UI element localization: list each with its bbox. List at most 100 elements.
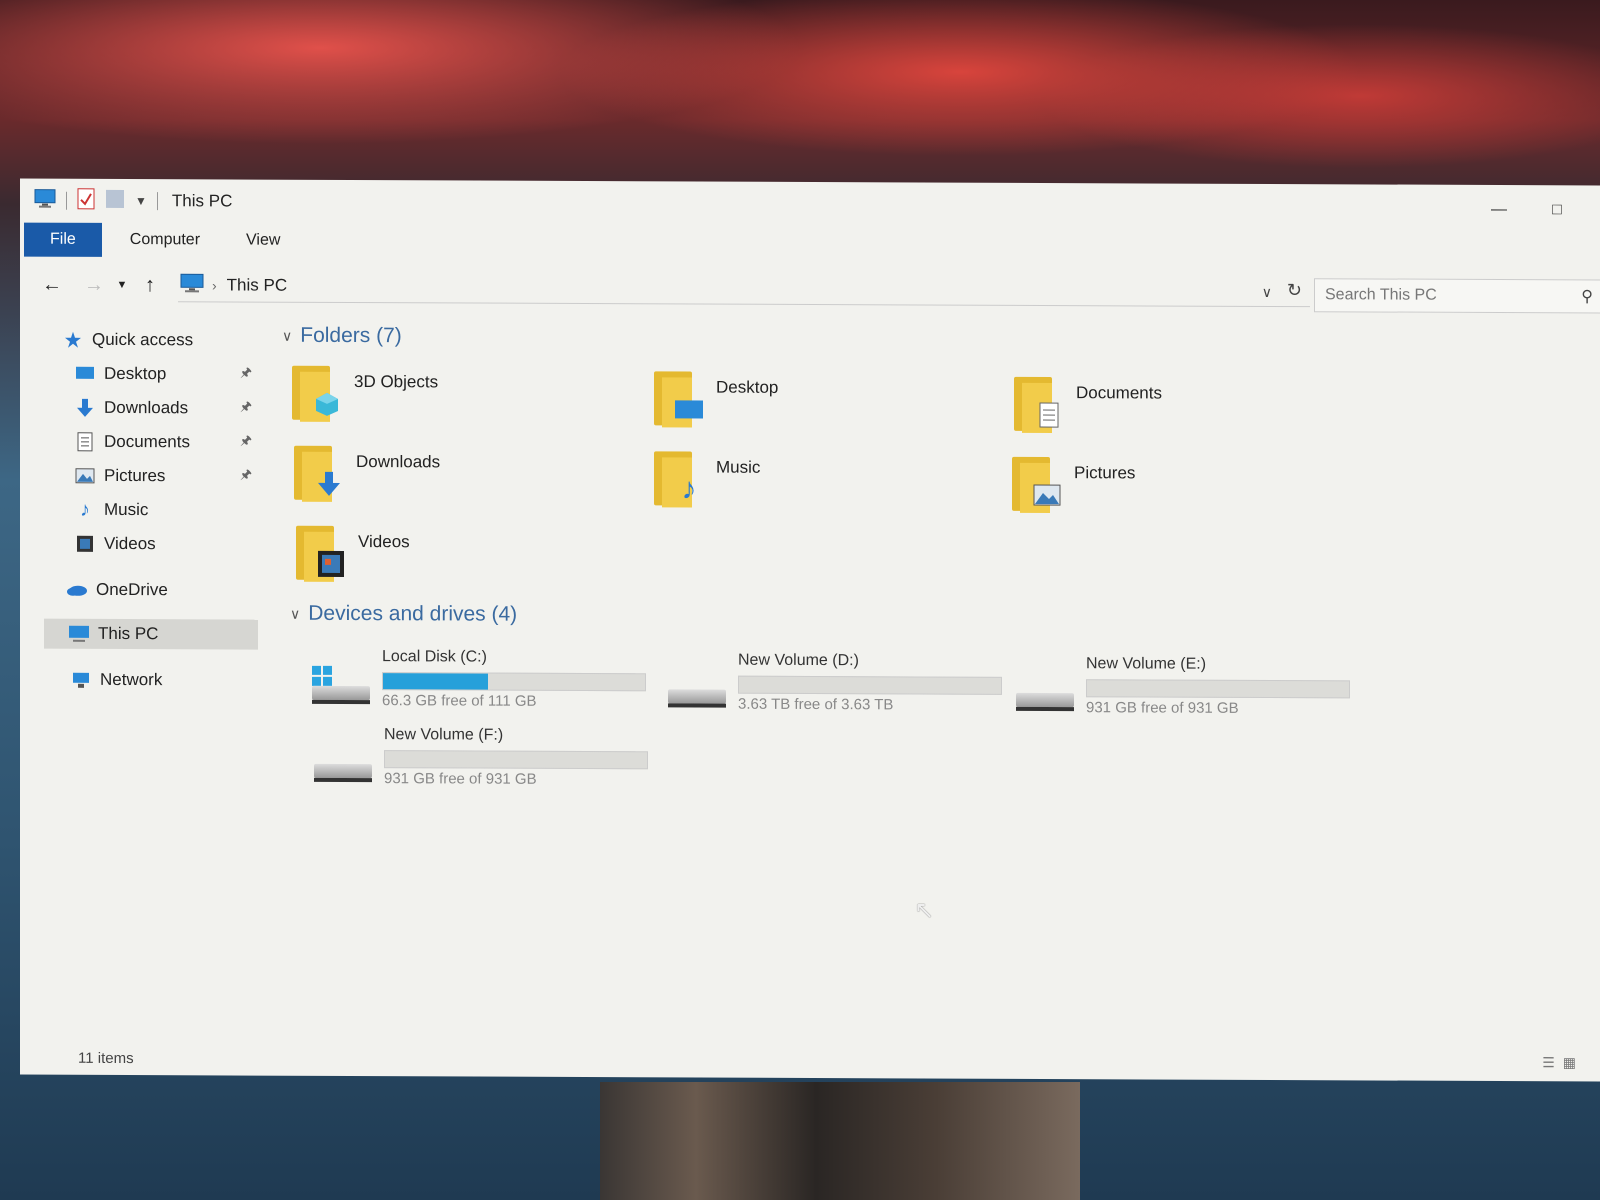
qat-separator	[66, 191, 67, 210]
sidebar-item-label: Network	[100, 669, 163, 690]
drive-name: New Volume (E:)	[1086, 655, 1207, 673]
tab-computer[interactable]: Computer	[102, 223, 228, 258]
folder-label: Desktop	[716, 377, 779, 397]
navigation-pane: Quick access Desktop 🖈 Downloads 🖈 Docum…	[44, 325, 258, 726]
collapse-chevron-icon[interactable]: ∨	[290, 605, 300, 622]
sidebar-item-videos[interactable]: Videos	[44, 529, 258, 560]
sidebar-item-quick-access[interactable]: Quick access	[44, 325, 276, 356]
sidebar-item-label: This PC	[98, 623, 159, 644]
folder-icon	[652, 369, 704, 429]
file-explorer-window: ▼ This PC — □ File Computer View ← → ▼ ↑…	[20, 178, 1600, 1082]
network-icon	[70, 669, 92, 691]
hard-drive-icon	[310, 665, 372, 710]
computer-icon	[68, 623, 90, 645]
folders-group-header[interactable]: ∨ Folders (7)	[282, 324, 402, 349]
folder-tile-music[interactable]: ♪ Music	[652, 449, 760, 509]
recent-locations-icon[interactable]: ▼	[108, 271, 136, 299]
sidebar-item-documents[interactable]: Documents 🖈	[44, 427, 258, 458]
folder-tile-pictures[interactable]: Pictures	[1010, 455, 1135, 516]
drives-group-header[interactable]: ∨ Devices and drives (4)	[290, 602, 517, 627]
collapse-chevron-icon[interactable]: ∨	[282, 327, 292, 344]
drive-name: New Volume (D:)	[738, 651, 859, 670]
address-box[interactable]: › This PC ∨ ↻	[178, 269, 1310, 308]
drive-free-space: 66.3 GB free of 111 GB	[382, 692, 537, 710]
breadcrumb-this-pc[interactable]: This PC	[227, 275, 287, 295]
sidebar-item-label: Music	[104, 499, 149, 520]
navigation-bar: ← → ▼ ↑ › This PC ∨ ↻ ⚲	[20, 263, 1600, 314]
sidebar-item-label: Quick access	[92, 329, 194, 350]
sidebar-item-label: Desktop	[104, 363, 167, 384]
folder-label: Videos	[358, 532, 410, 552]
tab-file[interactable]: File	[24, 222, 102, 257]
sidebar-item-desktop[interactable]: Desktop 🖈	[44, 359, 258, 390]
minimize-icon[interactable]: —	[1490, 201, 1508, 219]
folder-tile-videos[interactable]: Videos	[294, 524, 410, 585]
sidebar-item-onedrive[interactable]: OneDrive	[44, 575, 280, 606]
folder-icon	[1012, 375, 1064, 435]
desktop-icon	[74, 363, 96, 385]
back-arrow-icon[interactable]: ←	[38, 271, 66, 299]
drive-usage-fill	[383, 673, 488, 690]
download-icon	[314, 470, 344, 498]
details-view-icon[interactable]: ☰	[1542, 1054, 1555, 1071]
pin-icon[interactable]: 🖈	[240, 398, 252, 420]
pin-icon[interactable]: 🖈	[240, 432, 252, 454]
drive-usage-bar	[382, 672, 646, 692]
title-bar: ▼ This PC — □	[20, 179, 1600, 230]
pin-icon[interactable]: 🖈	[240, 364, 252, 386]
folder-label: 3D Objects	[354, 372, 439, 392]
folder-tile-3d-objects[interactable]: 3D Objects	[290, 364, 438, 425]
folder-tile-documents[interactable]: Documents	[1012, 375, 1162, 436]
new-folder-icon[interactable]	[105, 187, 125, 214]
folder-tile-downloads[interactable]: Downloads	[292, 444, 440, 505]
folder-icon	[294, 524, 346, 584]
search-input[interactable]	[1315, 285, 1567, 307]
drive-tile-e[interactable]: New Volume (E:) 931 GB free of 931 GB	[1014, 655, 1354, 726]
address-dropdown-icon[interactable]: ∨	[1262, 284, 1272, 301]
up-arrow-icon[interactable]: ↑	[136, 271, 164, 299]
drive-tile-c[interactable]: Local Disk (C:) 66.3 GB free of 111 GB	[310, 648, 650, 719]
wallpaper-pier	[600, 1082, 1080, 1200]
tab-view[interactable]: View	[228, 223, 298, 257]
sidebar-item-music[interactable]: ♪ Music	[44, 495, 258, 526]
cube-icon	[312, 390, 342, 418]
pin-icon[interactable]: 🖈	[240, 466, 252, 488]
status-item-count: 11 items	[78, 1049, 134, 1068]
drive-free-space: 931 GB free of 931 GB	[1086, 699, 1239, 717]
cloud-icon	[66, 579, 88, 601]
video-icon	[316, 550, 346, 578]
quick-access-toolbar: ▼	[20, 187, 158, 215]
search-box[interactable]: ⚲	[1314, 278, 1600, 314]
ribbon-tabs: File Computer View	[24, 222, 1600, 264]
computer-icon	[180, 273, 204, 298]
hard-drive-icon	[666, 669, 728, 713]
refresh-icon[interactable]: ↻	[1287, 280, 1302, 301]
video-icon	[74, 533, 96, 555]
sidebar-item-this-pc[interactable]: This PC	[44, 618, 258, 650]
maximize-icon[interactable]: □	[1548, 201, 1566, 219]
star-icon	[62, 329, 84, 351]
drive-free-space: 931 GB free of 931 GB	[384, 770, 537, 788]
drive-name: New Volume (F:)	[384, 726, 504, 744]
desktop-icon	[674, 395, 704, 423]
drive-usage-bar	[384, 750, 648, 770]
sidebar-item-pictures[interactable]: Pictures 🖈	[44, 461, 258, 492]
sidebar-item-network[interactable]: Network	[44, 665, 284, 696]
customize-qat-icon[interactable]: ▼	[135, 194, 147, 208]
window-title: This PC	[171, 191, 233, 211]
picture-icon	[74, 465, 96, 487]
properties-icon[interactable]	[77, 187, 95, 214]
drive-usage-bar	[1086, 679, 1350, 699]
this-pc-icon[interactable]	[34, 188, 56, 213]
sidebar-item-label: Downloads	[104, 397, 189, 418]
breadcrumb-chevron-icon[interactable]: ›	[212, 277, 217, 293]
drive-tile-f[interactable]: New Volume (F:) 931 GB free of 931 GB	[312, 726, 652, 797]
folder-label: Documents	[1076, 383, 1162, 403]
sidebar-item-downloads[interactable]: Downloads 🖈	[44, 393, 258, 424]
forward-arrow-icon[interactable]: →	[80, 271, 108, 299]
folder-tile-desktop[interactable]: Desktop	[652, 369, 778, 430]
search-icon[interactable]: ⚲	[1581, 286, 1593, 306]
large-icons-view-icon[interactable]: ▦	[1563, 1054, 1576, 1071]
folder-icon	[1010, 455, 1062, 515]
drive-tile-d[interactable]: New Volume (D:) 3.63 TB free of 3.63 TB	[666, 651, 1006, 722]
